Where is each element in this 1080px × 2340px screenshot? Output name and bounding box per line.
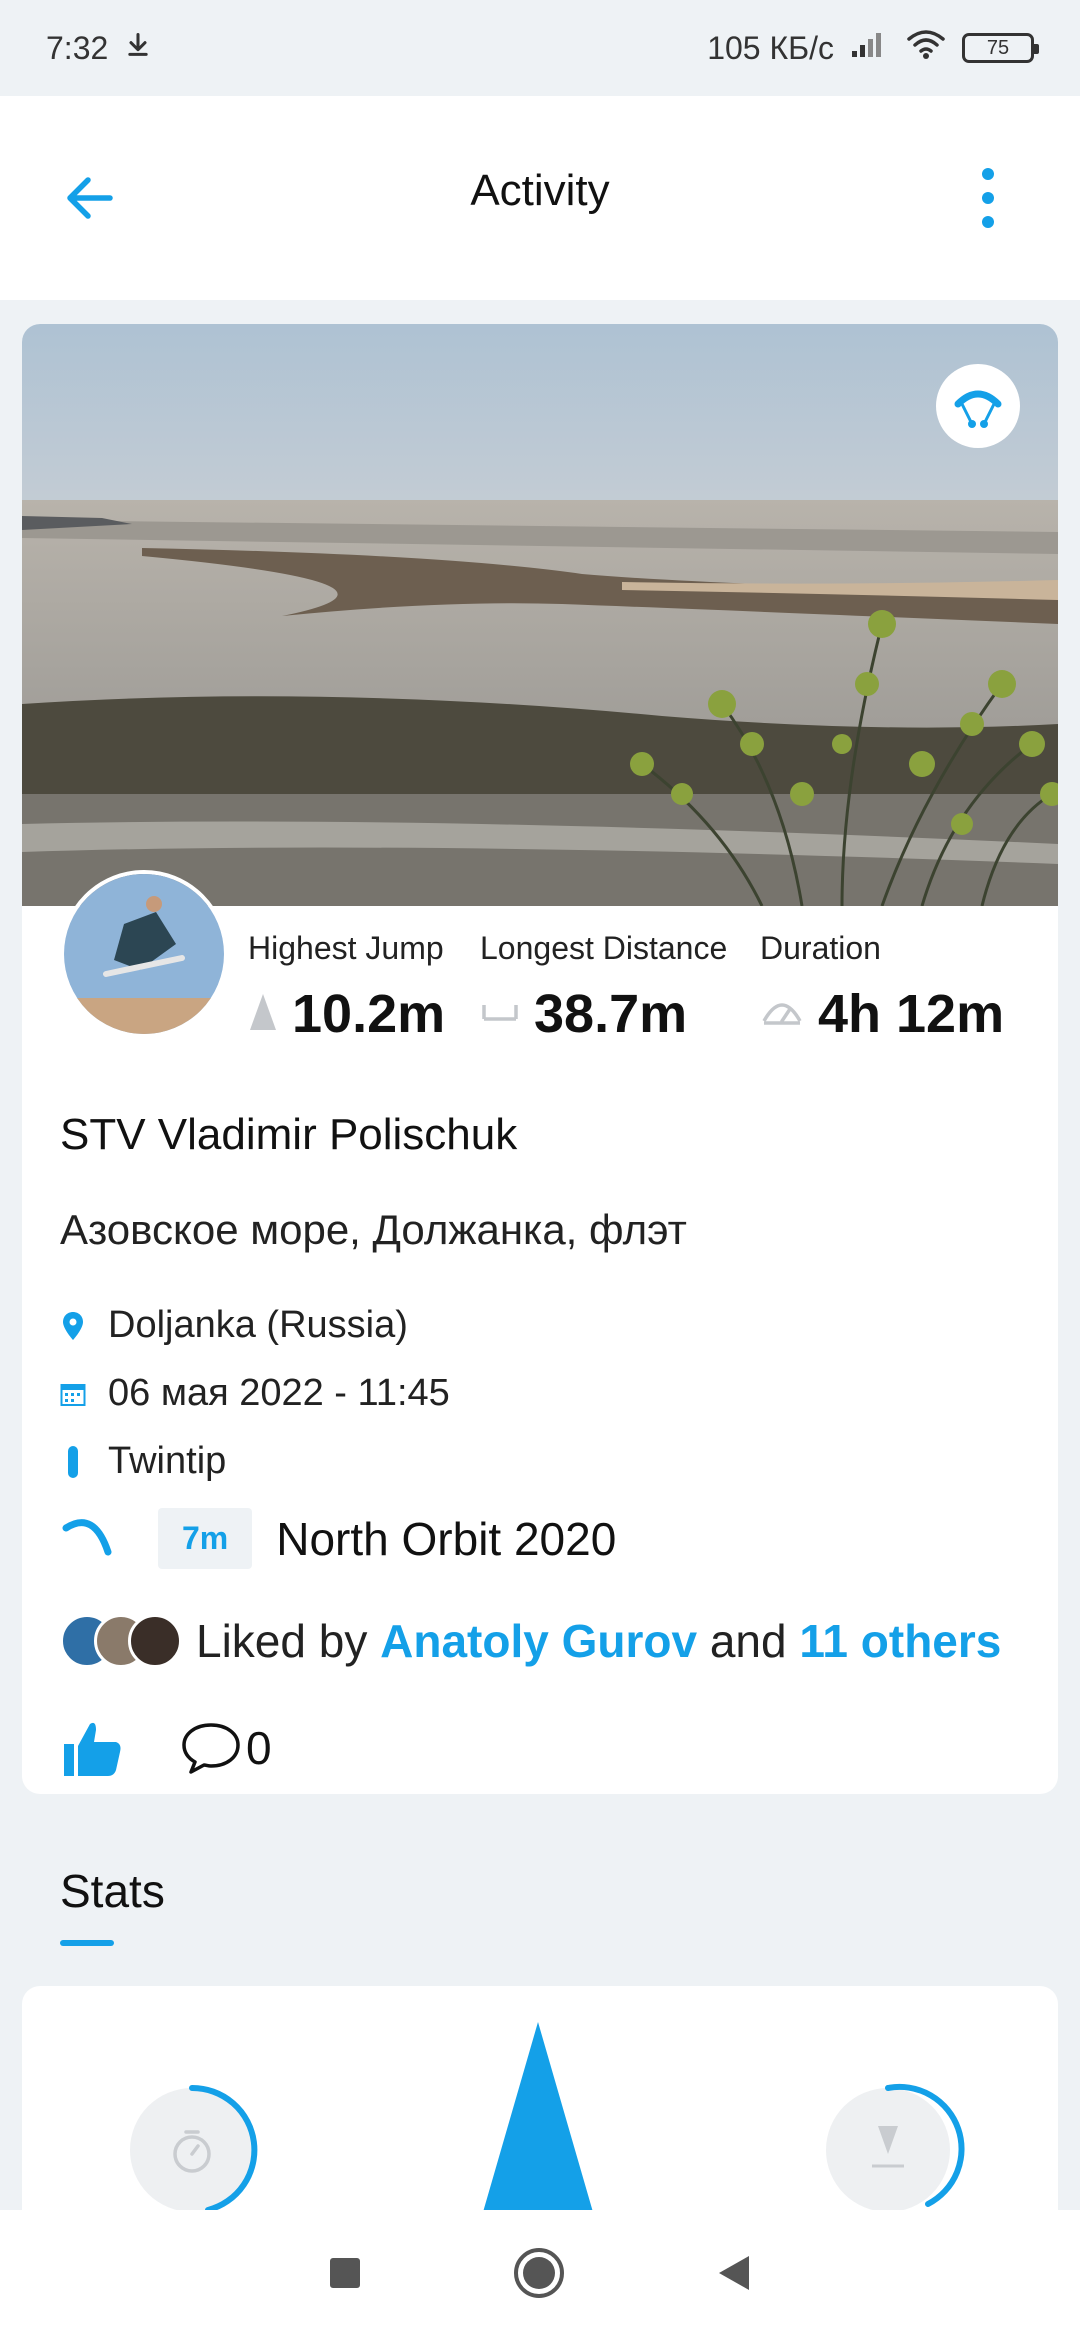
stat-value: 4h 12m: [818, 984, 1005, 1044]
stat-label: Longest Distance: [480, 930, 728, 966]
calendar-icon: [60, 1381, 86, 1407]
liker-avatar[interactable]: [128, 1614, 182, 1668]
location-text: Doljanka (Russia): [108, 1304, 408, 1346]
datetime-row: 06 мая 2022 - 11:45: [60, 1372, 450, 1415]
datetime-text: 06 мая 2022 - 11:45: [108, 1372, 450, 1414]
status-bar: 7:32 105 КБ/с 75: [0, 0, 1080, 96]
rider-name[interactable]: STV Vladimir Polischuk: [60, 1110, 517, 1160]
kite-icon: [936, 364, 1020, 448]
stat-highest-jump: Highest Jump 10.2m: [248, 930, 445, 1045]
battery-icon: 75: [962, 33, 1039, 63]
back-nav-button[interactable]: [716, 2253, 752, 2298]
liked-by-conjunction: and: [709, 1615, 787, 1667]
like-button[interactable]: [60, 1716, 124, 1780]
board-row: Twintip: [60, 1440, 226, 1483]
timer-gauge: [130, 2084, 258, 2213]
more-vertical-icon[interactable]: [968, 166, 1008, 230]
battery-level: 75: [986, 36, 1010, 59]
cover-photo[interactable]: [22, 324, 1058, 907]
kite-row: 7m North Orbit 2020: [60, 1508, 616, 1569]
board-text: Twintip: [108, 1440, 227, 1482]
session-title: Азовское море, Должанка, флэт: [60, 1206, 687, 1253]
actions-row: 0: [60, 1716, 272, 1780]
tab-indicator: [60, 1940, 114, 1946]
status-time: 7:32: [46, 29, 109, 66]
network-speed: 105 КБ/с: [707, 29, 834, 66]
signal-icon: [850, 29, 890, 67]
stat-label: Duration: [760, 930, 881, 966]
jump-icon: [248, 992, 278, 1037]
download-icon: [124, 30, 152, 67]
avatar[interactable]: [60, 870, 228, 1038]
distance-icon: [480, 997, 520, 1032]
page-title: Activity: [470, 166, 610, 215]
app-bar: Activity: [0, 96, 1080, 300]
stat-value: 38.7m: [534, 984, 688, 1044]
comment-icon: [182, 1723, 240, 1774]
others-link[interactable]: 11 others: [799, 1614, 1001, 1668]
comment-count: 0: [246, 1722, 272, 1774]
stat-label: Highest Jump: [248, 930, 444, 966]
comment-button[interactable]: 0: [180, 1721, 272, 1775]
location-pin-icon: [60, 1311, 86, 1341]
thumbs-up-icon: [64, 1722, 121, 1776]
board-icon: [60, 1445, 86, 1479]
location-row[interactable]: Doljanka (Russia): [60, 1304, 408, 1347]
kite-name: North Orbit 2020: [276, 1512, 617, 1565]
recents-button[interactable]: [328, 2256, 362, 2295]
kite-arc-icon: [60, 1514, 112, 1563]
home-button[interactable]: [512, 2246, 566, 2305]
liked-by-row[interactable]: Liked by Anatoly Gurov and 11 others: [60, 1614, 1001, 1668]
stat-duration: Duration 4h 12m: [760, 930, 1004, 1045]
stat-longest-distance: Longest Distance 38.7m: [480, 930, 727, 1045]
system-nav-bar: [0, 2210, 1080, 2340]
first-liker-link[interactable]: Anatoly Gurov: [380, 1614, 697, 1668]
tab-stats-label: Stats: [60, 1865, 165, 1917]
duration-icon: [760, 995, 804, 1034]
wifi-icon: [906, 28, 946, 68]
height-gauge: [826, 2083, 965, 2212]
jump-triangle: [479, 2022, 597, 2226]
kite-size-chip: 7m: [158, 1508, 253, 1569]
tab-stats[interactable]: Stats: [60, 1864, 165, 1946]
activity-card[interactable]: Highest Jump 10.2m Longest Distance 38.7…: [22, 324, 1058, 1794]
stat-value: 10.2m: [292, 984, 446, 1044]
liked-by-prefix: Liked by: [196, 1615, 368, 1667]
